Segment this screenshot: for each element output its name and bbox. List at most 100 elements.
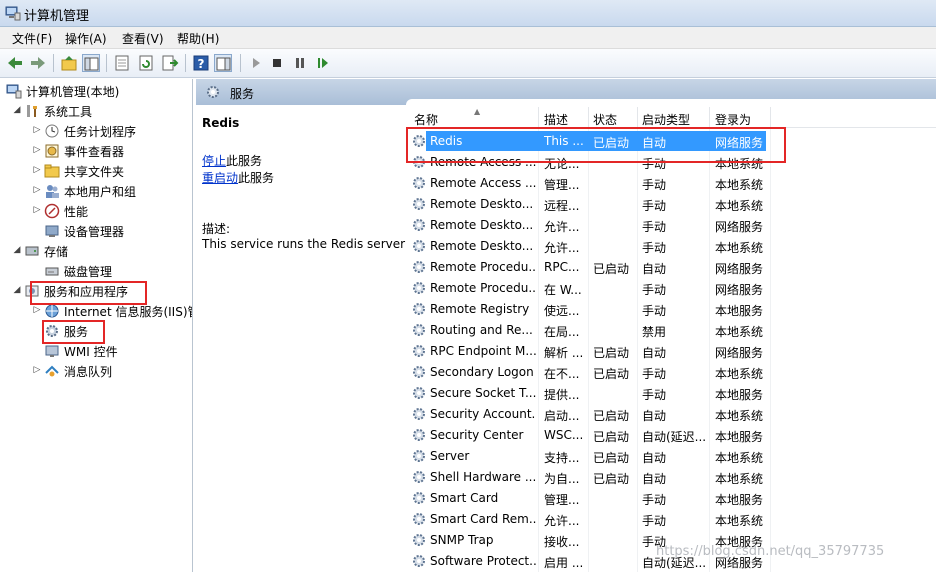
service-row[interactable]: Security Center WSC... 已启动 自动(延迟... 本地服务	[406, 425, 936, 446]
tree-item-performance[interactable]: ▷ 性能	[32, 201, 192, 221]
menu-action[interactable]: 操作(A)	[65, 30, 107, 47]
service-row[interactable]: Smart Card 管理... 手动 本地服务	[406, 488, 936, 509]
help-icon[interactable]: ?	[192, 54, 210, 72]
service-name-cell: Remote Access ...	[430, 176, 536, 190]
stop-service-link[interactable]: 停止	[202, 154, 226, 168]
resume-service-icon[interactable]	[314, 54, 332, 72]
service-description-cell: WSC...	[544, 428, 584, 442]
service-row[interactable]: Remote Deskto... 远程... 手动 本地系统	[406, 194, 936, 215]
tree-item-shared-folders[interactable]: ▷ 共享文件夹	[32, 161, 192, 181]
menu-help[interactable]: 帮助(H)	[177, 30, 219, 47]
menu-view[interactable]: 查看(V)	[122, 30, 164, 47]
service-row[interactable]: Server 支持... 已启动 自动 本地系统	[406, 446, 936, 467]
service-gear-icon	[411, 490, 427, 506]
stop-service-icon[interactable]	[268, 54, 286, 72]
tree-item-label: WMI 控件	[64, 345, 118, 359]
service-row[interactable]: Shell Hardware ... 为自... 已启动 自动 本地系统	[406, 467, 936, 488]
service-row[interactable]: Secure Socket T... 提供... 手动 本地服务	[406, 383, 936, 404]
expand-arrow-icon[interactable]: ▷	[32, 305, 42, 315]
tree-item-message-queuing[interactable]: ▷ 消息队列	[32, 361, 192, 381]
service-logon-cell: 本地系统	[715, 367, 764, 381]
service-logon-cell: 本地服务	[715, 304, 764, 318]
expand-arrow-icon[interactable]: ▷	[32, 145, 42, 155]
menu-file[interactable]: 文件(F)	[12, 30, 52, 47]
column-header-name[interactable]: 名称 ▲	[414, 107, 542, 127]
service-logon-cell: 本地服务	[715, 388, 764, 402]
service-startup-cell: 手动	[642, 283, 667, 297]
iis-icon	[44, 303, 60, 319]
tree-item-storage[interactable]: ◢ 存储	[12, 241, 192, 261]
service-description-cell: 解析 ...	[544, 346, 584, 360]
service-logon-cell: 网络服务	[715, 346, 764, 360]
service-row[interactable]: Routing and Re... 在局... 禁用 本地系统	[406, 320, 936, 341]
service-row[interactable]: Remote Deskto... 允许... 手动 本地系统	[406, 236, 936, 257]
service-row[interactable]: RPC Endpoint M... 解析 ... 已启动 自动 网络服务	[406, 341, 936, 362]
service-row[interactable]: Secondary Logon 在不... 已启动 手动 本地系统	[406, 362, 936, 383]
shared-folder-icon	[44, 163, 60, 179]
service-description-cell: 接收...	[544, 535, 580, 549]
service-name-cell: Remote Procedu...	[430, 260, 536, 274]
column-separator[interactable]	[709, 107, 710, 127]
service-gear-icon	[411, 196, 427, 212]
column-separator[interactable]	[770, 107, 771, 127]
up-folder-icon[interactable]	[60, 54, 78, 72]
service-description-cell: 在局...	[544, 325, 580, 339]
column-header-status[interactable]: 状态	[593, 111, 617, 127]
tree-item-computer-management[interactable]: 计算机管理(本地)	[0, 81, 192, 101]
service-status-cell: 已启动	[593, 430, 630, 444]
properties-icon[interactable]	[113, 54, 131, 72]
window-title: 计算机管理	[24, 9, 90, 24]
column-header-description[interactable]: 描述	[544, 111, 568, 127]
column-separator[interactable]	[637, 107, 638, 127]
service-gear-icon	[411, 469, 427, 485]
column-header-logon-as[interactable]: 登录为	[715, 111, 751, 127]
service-startup-cell: 手动	[642, 241, 667, 255]
action-pane-icon[interactable]	[214, 54, 232, 72]
forward-icon[interactable]	[29, 54, 47, 72]
service-row[interactable]: Remote Registry 使远... 手动 本地服务	[406, 299, 936, 320]
collapse-arrow-icon[interactable]: ◢	[12, 105, 22, 115]
selected-service-name: Redis	[202, 116, 240, 130]
tree-item-local-users-groups[interactable]: ▷ 本地用户和组	[32, 181, 192, 201]
tree-item-task-scheduler[interactable]: ▷ 任务计划程序	[32, 121, 192, 141]
tree-item-device-manager[interactable]: 设备管理器	[32, 221, 192, 241]
column-separator[interactable]	[588, 107, 589, 127]
service-startup-cell: 禁用	[642, 325, 667, 339]
service-startup-cell: 手动	[642, 493, 667, 507]
tree-item-disk-management[interactable]: 磁盘管理	[32, 261, 192, 281]
service-row[interactable]: Remote Access ... 管理... 手动 本地系统	[406, 173, 936, 194]
refresh-icon[interactable]	[137, 54, 155, 72]
start-service-icon[interactable]	[247, 54, 265, 72]
collapse-arrow-icon[interactable]: ◢	[12, 285, 22, 295]
service-gear-icon	[411, 322, 427, 338]
service-name-cell: Security Account...	[430, 407, 536, 421]
tree-item-event-viewer[interactable]: ▷ 事件查看器	[32, 141, 192, 161]
service-gear-icon	[411, 259, 427, 275]
collapse-arrow-icon[interactable]: ◢	[12, 245, 22, 255]
expand-arrow-icon[interactable]: ▷	[32, 125, 42, 135]
expand-arrow-icon[interactable]: ▷	[32, 365, 42, 375]
column-separator[interactable]	[538, 107, 539, 127]
tree-item-system-tools[interactable]: ◢ 系统工具	[12, 101, 192, 121]
restart-service-link[interactable]: 重启动	[202, 171, 238, 185]
show-hide-tree-icon[interactable]	[82, 54, 100, 72]
expand-arrow-icon[interactable]: ▷	[32, 185, 42, 195]
service-row[interactable]: Remote Procedu... 在 W... 手动 网络服务	[406, 278, 936, 299]
toolbar-separator	[106, 54, 107, 72]
tree-item-wmi-control[interactable]: WMI 控件	[32, 341, 192, 361]
service-row[interactable]: Remote Deskto... 允许... 手动 网络服务	[406, 215, 936, 236]
pause-service-icon[interactable]	[291, 54, 309, 72]
service-row[interactable]: Security Account... 启动... 已启动 自动 本地系统	[406, 404, 936, 425]
service-startup-cell: 手动	[642, 178, 667, 192]
service-row[interactable]: Remote Procedu... RPC... 已启动 自动 网络服务	[406, 257, 936, 278]
expand-arrow-icon[interactable]: ▷	[32, 165, 42, 175]
back-icon[interactable]	[6, 54, 24, 72]
service-row[interactable]: Smart Card Rem... 允许... 手动 本地系统	[406, 509, 936, 530]
column-header-startup-type[interactable]: 启动类型	[642, 111, 690, 127]
service-logon-cell: 本地系统	[715, 241, 764, 255]
service-logon-cell: 本地系统	[715, 472, 764, 486]
expand-arrow-icon[interactable]: ▷	[32, 205, 42, 215]
content-title: 服务	[230, 87, 255, 101]
export-list-icon[interactable]	[161, 54, 179, 72]
service-logon-cell: 网络服务	[715, 220, 764, 234]
